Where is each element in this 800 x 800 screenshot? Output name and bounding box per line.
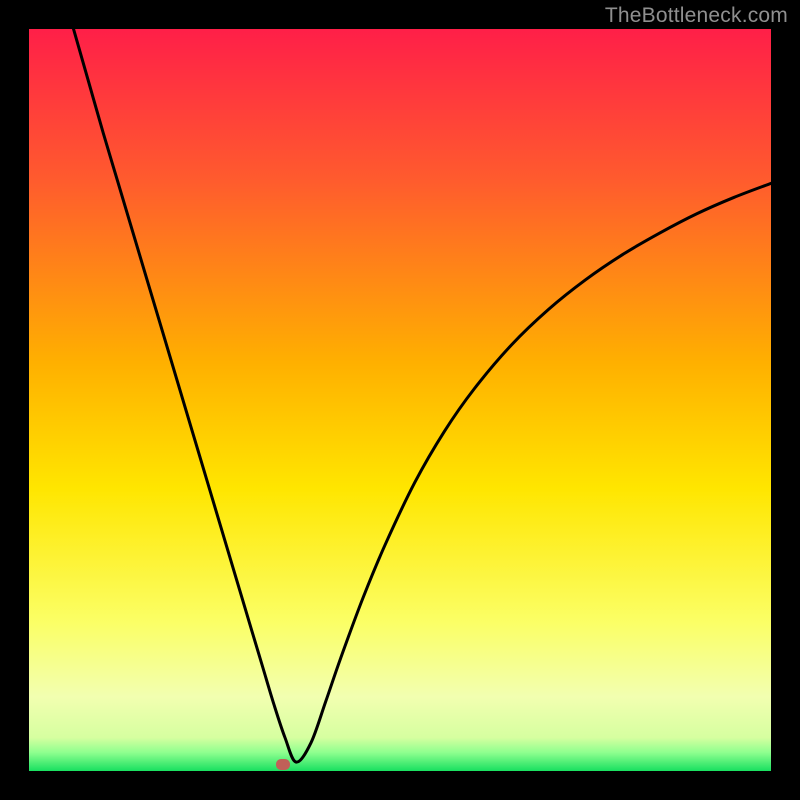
chart-frame: TheBottleneck.com [0, 0, 800, 800]
curve-layer [29, 29, 771, 771]
optimal-marker [276, 759, 290, 770]
plot-area [29, 29, 771, 771]
bottleneck-curve [74, 29, 771, 762]
watermark-text: TheBottleneck.com [605, 4, 788, 28]
